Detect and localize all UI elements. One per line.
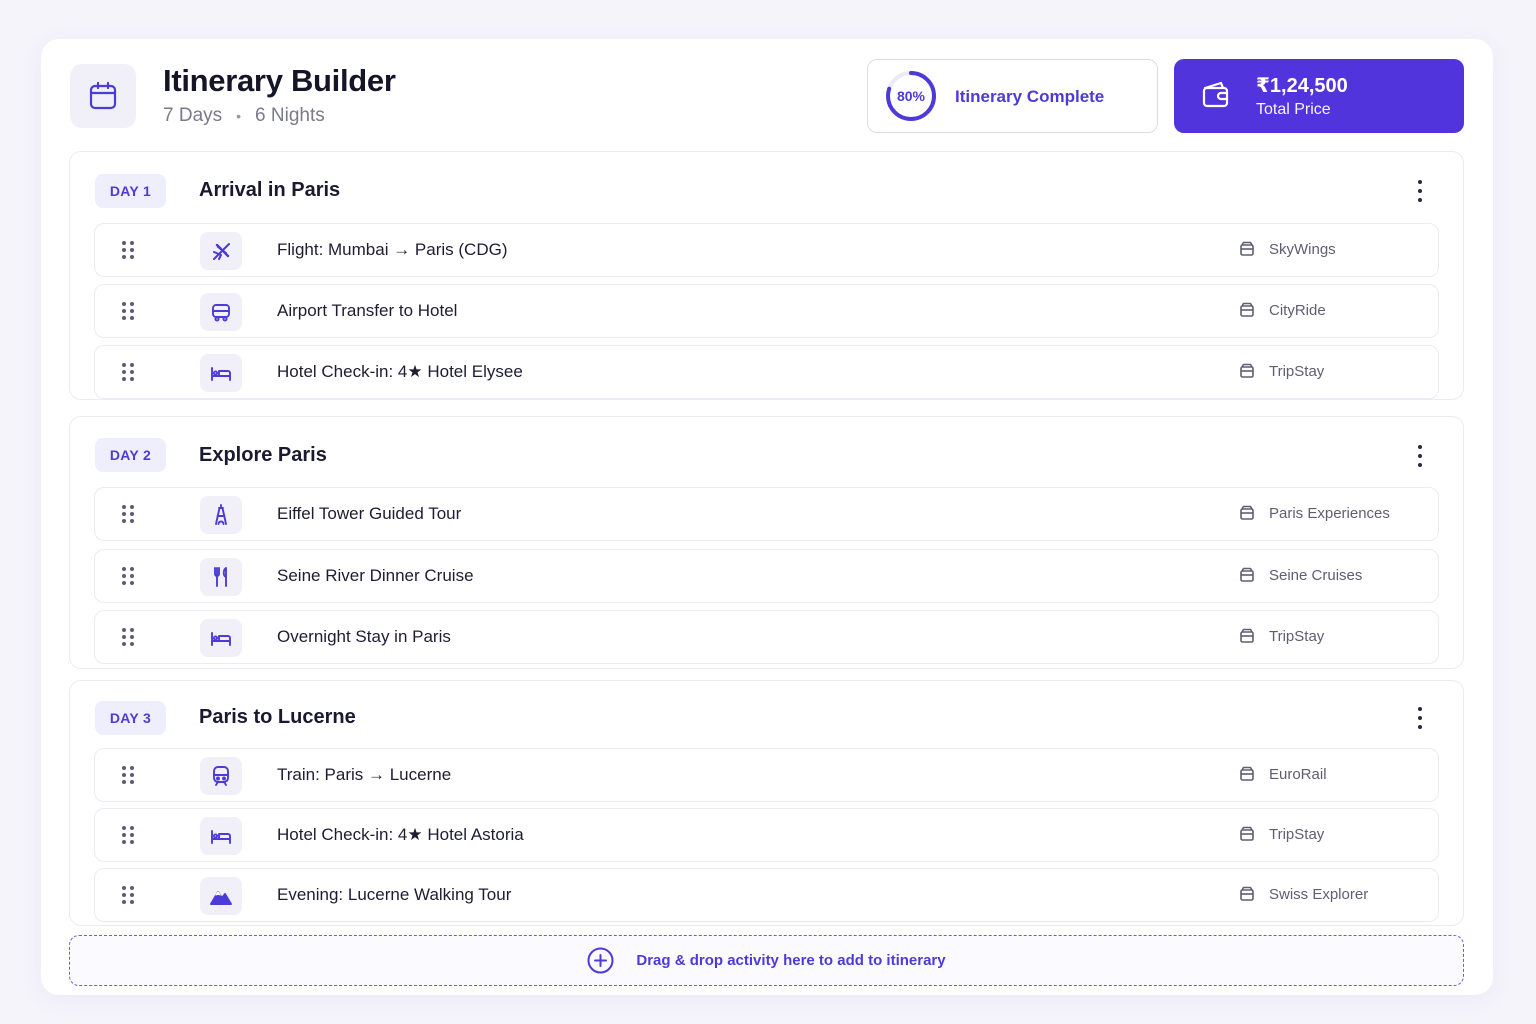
itinerary-card: Itinerary Builder 7 Days • 6 Nights 80% … [41, 39, 1493, 995]
drag-handle-icon[interactable] [122, 363, 134, 381]
day-badge: DAY 2 [95, 438, 166, 472]
bed-icon [200, 817, 242, 855]
activity-name: Flight: Mumbai → Paris (CDG) [277, 240, 508, 259]
total-price-amount: ₹1,24,500 [1256, 75, 1348, 97]
page-title: Itinerary Builder [163, 63, 396, 98]
drag-handle-icon[interactable] [122, 886, 134, 904]
plus-circle-icon [587, 947, 614, 974]
vendor-store-icon [1239, 241, 1255, 262]
activity-row[interactable]: Evening: Lucerne Walking Tour Swiss Explo… [94, 868, 1439, 922]
duration-separator: • [236, 108, 242, 124]
activity-name: Hotel Check-in: 4★ Hotel Astoria [277, 825, 524, 844]
mountain-icon [200, 877, 242, 915]
dropzone-text: Drag & drop activity here to add to itin… [636, 952, 946, 969]
activity-row[interactable]: Hotel Check-in: 4★ Hotel Astoria TripStay [94, 808, 1439, 862]
day-menu-button[interactable] [1415, 707, 1425, 729]
activity-vendor: Seine Cruises [1269, 567, 1363, 584]
days-count: 7 Days [163, 105, 223, 126]
activity-vendor: TripStay [1269, 628, 1325, 645]
itinerary-progress[interactable]: 80% Itinerary Complete [867, 59, 1158, 133]
total-price-label: Total Price [1256, 101, 1331, 118]
drag-handle-icon[interactable] [122, 567, 134, 585]
activity-name: Airport Transfer to Hotel [277, 301, 458, 320]
bed-icon [200, 354, 242, 392]
vendor-store-icon [1239, 628, 1255, 649]
activity-dropzone[interactable]: Drag & drop activity here to add to itin… [69, 935, 1464, 986]
activity-row[interactable]: Flight: Mumbai → Paris (CDG) SkyWings [94, 223, 1439, 277]
day-badge: DAY 3 [95, 701, 166, 735]
activity-vendor: TripStay [1269, 363, 1325, 380]
activity-name: Evening: Lucerne Walking Tour [277, 885, 512, 904]
activity-row[interactable]: Train: Paris → Lucerne EuroRail [94, 748, 1439, 802]
activity-name: Train: Paris → Lucerne [277, 765, 452, 784]
vendor-store-icon [1239, 505, 1255, 526]
day-title: Explore Paris [199, 444, 327, 466]
activity-vendor: CityRide [1269, 302, 1326, 319]
activity-name: Hotel Check-in: 4★ Hotel Elysee [277, 362, 523, 381]
train-icon [200, 757, 242, 795]
progress-percent: 80% [896, 88, 926, 104]
drag-handle-icon[interactable] [122, 766, 134, 784]
eiffel-tower-icon [200, 496, 242, 534]
activity-row[interactable]: Airport Transfer to Hotel CityRide [94, 284, 1439, 338]
activity-vendor: EuroRail [1269, 766, 1327, 783]
day-menu-button[interactable] [1415, 445, 1425, 467]
drag-handle-icon[interactable] [122, 302, 134, 320]
wallet-icon [1202, 81, 1229, 108]
vendor-store-icon [1239, 363, 1255, 384]
drag-handle-icon[interactable] [122, 241, 134, 259]
plane-icon [200, 232, 242, 270]
activity-vendor: SkyWings [1269, 241, 1336, 258]
day-section: DAY 3 Paris to Lucerne Train: Paris → Lu… [69, 680, 1464, 926]
calendar-icon [70, 64, 136, 128]
activity-row[interactable]: Overnight Stay in Paris TripStay [94, 610, 1439, 664]
trip-duration: 7 Days • 6 Nights [163, 105, 325, 127]
activity-vendor: TripStay [1269, 826, 1325, 843]
day-title: Arrival in Paris [199, 179, 341, 201]
vendor-store-icon [1239, 886, 1255, 907]
vendor-store-icon [1239, 302, 1255, 323]
activity-vendor: Swiss Explorer [1269, 886, 1369, 903]
day-menu-button[interactable] [1415, 180, 1425, 202]
activity-row[interactable]: Eiffel Tower Guided Tour Paris Experience… [94, 487, 1439, 541]
activity-name: Seine River Dinner Cruise [277, 566, 474, 585]
progress-label: Itinerary Complete [955, 87, 1105, 106]
activity-name: Overnight Stay in Paris [277, 627, 451, 646]
activity-name: Eiffel Tower Guided Tour [277, 504, 462, 523]
fork-knife-icon [200, 558, 242, 596]
drag-handle-icon[interactable] [122, 505, 134, 523]
day-title: Paris to Lucerne [199, 706, 356, 728]
bus-icon [200, 293, 242, 331]
total-price-panel[interactable]: ₹1,24,500 Total Price [1174, 59, 1464, 133]
day-section: DAY 2 Explore Paris Eiffel Tower Guided … [69, 416, 1464, 669]
activity-row[interactable]: Seine River Dinner Cruise Seine Cruises [94, 549, 1439, 603]
vendor-store-icon [1239, 766, 1255, 787]
day-badge: DAY 1 [95, 174, 166, 208]
drag-handle-icon[interactable] [122, 826, 134, 844]
activity-vendor: Paris Experiences [1269, 505, 1390, 522]
vendor-store-icon [1239, 567, 1255, 588]
bed-icon [200, 619, 242, 657]
activity-row[interactable]: Hotel Check-in: 4★ Hotel Elysee TripStay [94, 345, 1439, 399]
vendor-store-icon [1239, 826, 1255, 847]
day-section: DAY 1 Arrival in Paris Flight: Mumbai → … [69, 151, 1464, 400]
nights-count: 6 Nights [255, 105, 325, 126]
drag-handle-icon[interactable] [122, 628, 134, 646]
